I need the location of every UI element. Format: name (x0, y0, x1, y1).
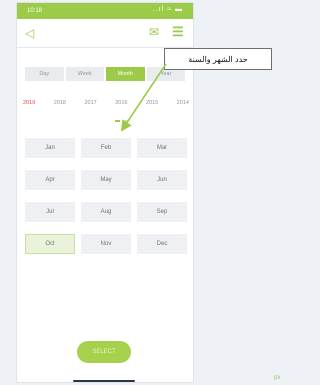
month-jul[interactable]: Jul (25, 202, 75, 222)
year-option[interactable]: 2016 (115, 100, 127, 106)
year-selector: 2019 2018 2017 2016 2015 2014 (23, 100, 189, 106)
signal-icons: ..ıl ≈ ▬ (152, 6, 183, 13)
month-feb[interactable]: Feb (81, 138, 131, 158)
page-dot (123, 120, 128, 122)
segment-week[interactable]: Week (65, 67, 104, 81)
year-option[interactable]: 2019 (23, 100, 35, 106)
month-may[interactable]: May (81, 170, 131, 190)
month-aug[interactable]: Aug (81, 202, 131, 222)
page-indicator (115, 120, 129, 122)
year-option[interactable]: 2017 (85, 100, 97, 106)
year-option[interactable]: 2015 (146, 100, 158, 106)
corner-mark: px (274, 375, 281, 381)
month-jun[interactable]: Jun (137, 170, 187, 190)
select-button[interactable]: SELECT (77, 341, 131, 363)
year-option[interactable]: 2014 (177, 100, 189, 106)
year-option[interactable]: 2018 (54, 100, 66, 106)
month-dec[interactable]: Dec (137, 234, 187, 254)
page-dot-active (115, 120, 120, 122)
month-apr[interactable]: Apr (25, 170, 75, 190)
menu-icon[interactable]: ☰ (172, 24, 184, 40)
month-mar[interactable]: Mar (137, 138, 187, 158)
month-oct[interactable]: Oct (25, 234, 75, 254)
period-segmented-control: Day Week Month Year (25, 67, 187, 81)
navigation-bar: ◁ ✉ ☰ (17, 19, 193, 48)
mail-icon[interactable]: ✉ (149, 25, 159, 39)
month-nov[interactable]: Nov (81, 234, 131, 254)
month-grid: Jan Feb Mar Apr May Jun Jul Aug Sep Oct … (25, 138, 187, 254)
segment-day[interactable]: Day (25, 67, 64, 81)
back-icon[interactable]: ◁ (25, 26, 34, 40)
segment-month[interactable]: Month (106, 67, 145, 81)
status-bar: 10:18 ..ıl ≈ ▬ (17, 3, 193, 19)
status-time: 10:18 (27, 8, 43, 14)
home-indicator (73, 380, 135, 382)
month-sep[interactable]: Sep (137, 202, 187, 222)
annotation-callout: حدد الشهر والسنة (164, 48, 272, 70)
month-jan[interactable]: Jan (25, 138, 75, 158)
